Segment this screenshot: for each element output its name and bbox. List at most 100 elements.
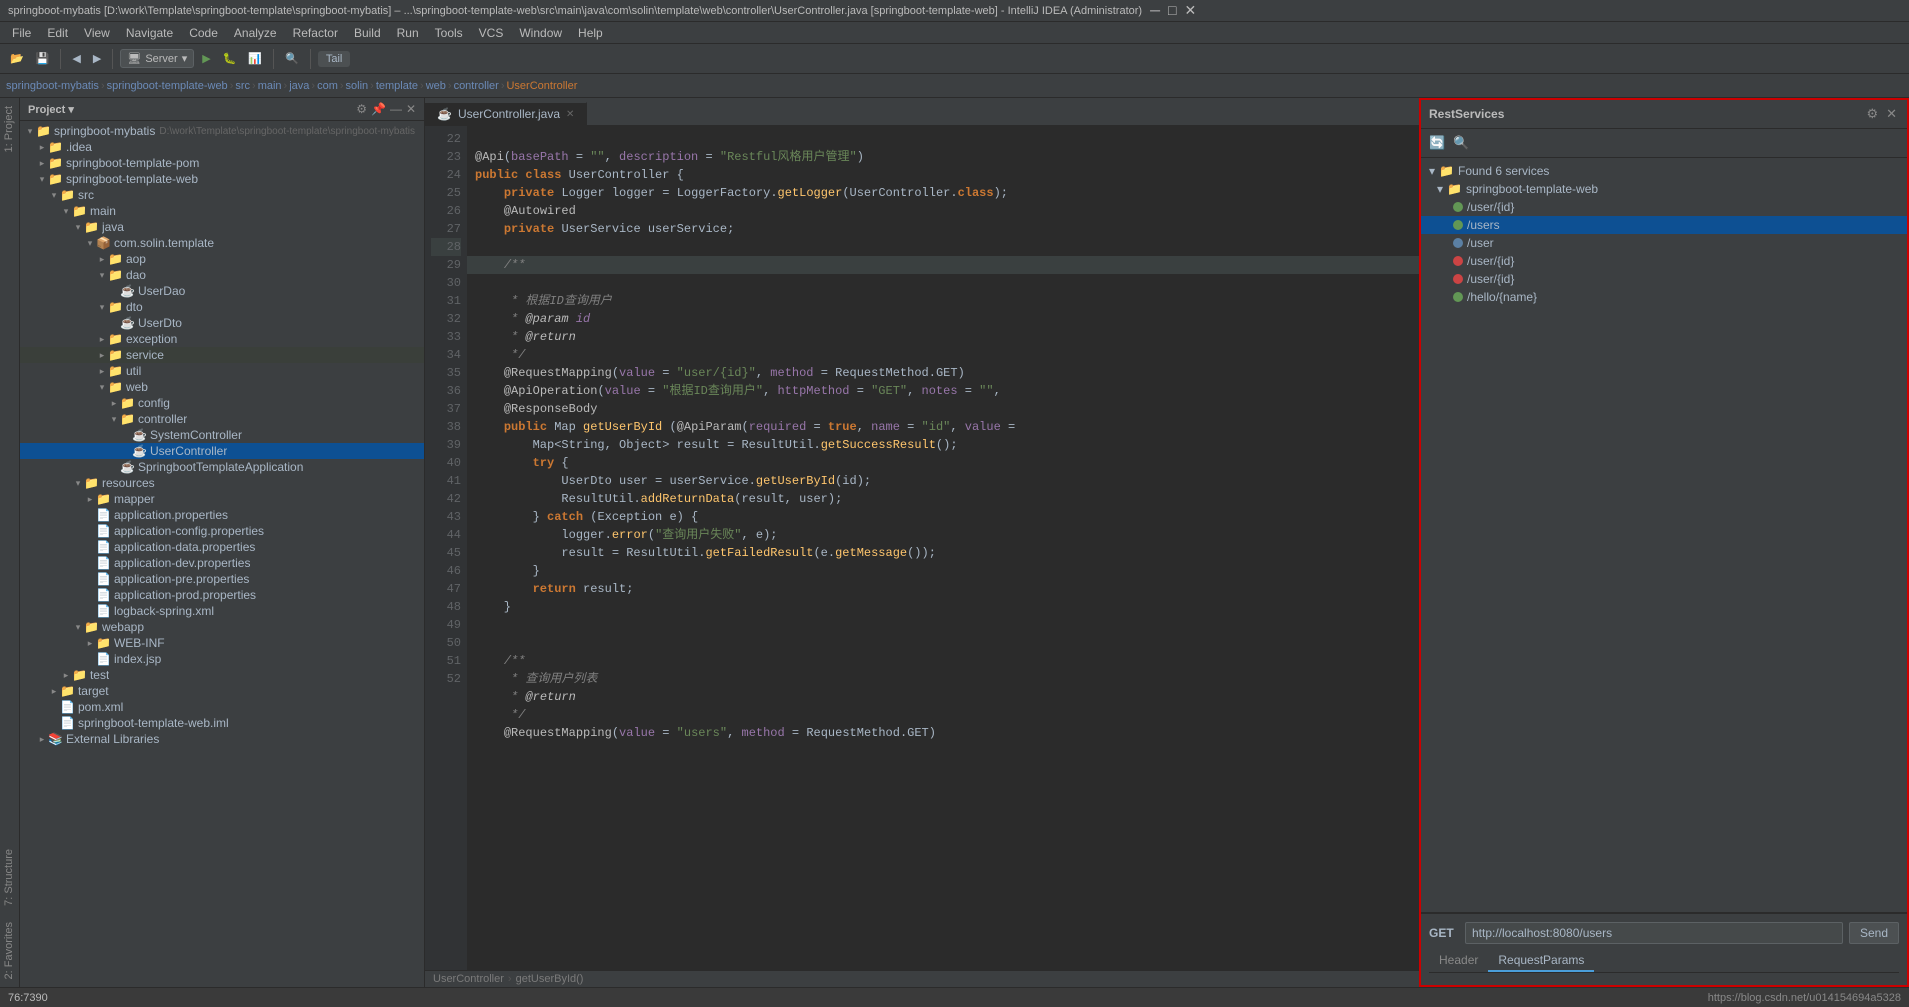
- toolbar-forward-btn[interactable]: ▶: [89, 50, 105, 67]
- side-tab-structure[interactable]: 7: Structure: [0, 841, 19, 914]
- menu-tools[interactable]: Tools: [427, 24, 471, 42]
- tree-item-service[interactable]: ▸ 📁 service: [20, 347, 424, 363]
- tree-item-aop[interactable]: ▸ 📁 aop: [20, 251, 424, 267]
- run-config-selector[interactable]: 🖥 Server ▾: [120, 49, 194, 68]
- request-url-input[interactable]: [1465, 922, 1843, 944]
- debug-btn[interactable]: 🐛: [219, 50, 241, 67]
- maximize-btn[interactable]: □: [1168, 2, 1176, 19]
- toolbar-save-btn[interactable]: 💾: [32, 50, 54, 67]
- code-editor[interactable]: 22 23 24 25 26 27 28 29 30 31 32 33 34 3…: [425, 126, 1419, 970]
- side-tab-project[interactable]: 1: Project: [0, 98, 19, 160]
- tree-item-logback[interactable]: 📄 logback-spring.xml: [20, 603, 424, 619]
- tree-item-web-module[interactable]: ▾ 📁 springboot-template-web: [20, 171, 424, 187]
- rest-service-4[interactable]: /user/{id}: [1421, 252, 1907, 270]
- breadcrumb-com[interactable]: com: [317, 80, 338, 92]
- tree-item-web[interactable]: ▾ 📁 web: [20, 379, 424, 395]
- run-btn[interactable]: ▶: [198, 50, 214, 67]
- tree-item-extlibs[interactable]: ▸ 📚 External Libraries: [20, 731, 424, 747]
- rest-service-5[interactable]: /user/{id}: [1421, 270, 1907, 288]
- rest-search-btn[interactable]: 🔍: [1451, 133, 1471, 153]
- tree-item-src[interactable]: ▾ 📁 src: [20, 187, 424, 203]
- tree-item-pomxml[interactable]: 📄 pom.xml: [20, 699, 424, 715]
- toolbar-open-btn[interactable]: 📂: [6, 50, 28, 67]
- tree-item-exception[interactable]: ▸ 📁 exception: [20, 331, 424, 347]
- breadcrumb-src[interactable]: src: [235, 80, 250, 92]
- close-btn[interactable]: ✕: [1184, 2, 1196, 19]
- menu-help[interactable]: Help: [570, 24, 611, 42]
- path-usercontroller[interactable]: UserController: [433, 973, 504, 985]
- rest-service-2[interactable]: /users: [1421, 216, 1907, 234]
- breadcrumb-template-web[interactable]: springboot-template-web: [107, 80, 228, 92]
- project-close-btn[interactable]: ✕: [406, 102, 416, 116]
- tree-item-appprod[interactable]: 📄 application-prod.properties: [20, 587, 424, 603]
- tree-item-webiml[interactable]: 📄 springboot-template-web.iml: [20, 715, 424, 731]
- run-coverage-btn[interactable]: 📊: [244, 50, 266, 67]
- tree-item-appdata[interactable]: 📄 application-data.properties: [20, 539, 424, 555]
- tree-item-webapp[interactable]: ▾ 📁 webapp: [20, 619, 424, 635]
- menu-run[interactable]: Run: [389, 24, 427, 42]
- tree-item-appconfig[interactable]: 📄 application-config.properties: [20, 523, 424, 539]
- rest-service-6[interactable]: /hello/{name}: [1421, 288, 1907, 306]
- tree-item-systemcontroller[interactable]: ☕ SystemController: [20, 427, 424, 443]
- menu-build[interactable]: Build: [346, 24, 389, 42]
- breadcrumb-web[interactable]: web: [426, 80, 446, 92]
- menu-vcs[interactable]: VCS: [471, 24, 512, 42]
- rest-service-1[interactable]: /user/{id}: [1421, 198, 1907, 216]
- tab-header[interactable]: Header: [1429, 950, 1488, 972]
- tree-item-resources[interactable]: ▾ 📁 resources: [20, 475, 424, 491]
- toolbar-back-btn[interactable]: ◀: [68, 50, 84, 67]
- tree-item-userdao[interactable]: ☕ UserDao: [20, 283, 424, 299]
- menu-view[interactable]: View: [76, 24, 118, 42]
- tree-item-indexjsp[interactable]: 📄 index.jsp: [20, 651, 424, 667]
- tab-requestparams[interactable]: RequestParams: [1488, 950, 1594, 972]
- tree-item-controller[interactable]: ▾ 📁 controller: [20, 411, 424, 427]
- breadcrumb-solin[interactable]: solin: [346, 80, 369, 92]
- tree-item-test[interactable]: ▸ 📁 test: [20, 667, 424, 683]
- rest-service-3[interactable]: /user: [1421, 234, 1907, 252]
- menu-file[interactable]: File: [4, 24, 39, 42]
- breadcrumb-java[interactable]: java: [289, 80, 309, 92]
- breadcrumb-controller[interactable]: controller: [454, 80, 499, 92]
- path-getuserbyid[interactable]: getUserById(): [516, 973, 584, 985]
- rest-module-item[interactable]: ▾ 📁 springboot-template-web: [1421, 180, 1907, 198]
- breadcrumb-springboot-mybatis[interactable]: springboot-mybatis: [6, 80, 99, 92]
- tab-close-btn[interactable]: ✕: [566, 109, 574, 120]
- window-controls[interactable]: ─ □ ✕: [1150, 2, 1196, 19]
- tree-item-mapper[interactable]: ▸ 📁 mapper: [20, 491, 424, 507]
- tree-item-idea[interactable]: ▸ 📁 .idea: [20, 139, 424, 155]
- rest-refresh-btn[interactable]: 🔄: [1427, 133, 1447, 153]
- tree-item-java[interactable]: ▾ 📁 java: [20, 219, 424, 235]
- tree-item-dao[interactable]: ▾ 📁 dao: [20, 267, 424, 283]
- breadcrumb-main[interactable]: main: [258, 80, 282, 92]
- minimize-btn[interactable]: ─: [1150, 2, 1160, 19]
- tree-item-config[interactable]: ▸ 📁 config: [20, 395, 424, 411]
- tab-usercontroller[interactable]: ☕ UserController.java ✕: [425, 102, 587, 125]
- tree-item-root[interactable]: ▾ 📁 springboot-mybatis D:\work\Template\…: [20, 123, 424, 139]
- rest-settings-btn[interactable]: ⚙: [1864, 104, 1880, 124]
- search-btn[interactable]: 🔍: [281, 50, 303, 67]
- tree-item-app[interactable]: ☕ SpringbootTemplateApplication: [20, 459, 424, 475]
- menu-analyze[interactable]: Analyze: [226, 24, 285, 42]
- tail-btn[interactable]: Tail: [318, 51, 351, 67]
- breadcrumb-usercontroller[interactable]: UserController: [506, 80, 577, 92]
- tree-item-usercontroller[interactable]: ☕ UserController: [20, 443, 424, 459]
- send-request-btn[interactable]: Send: [1849, 922, 1899, 944]
- tree-item-userdto[interactable]: ☕ UserDto: [20, 315, 424, 331]
- menu-navigate[interactable]: Navigate: [118, 24, 181, 42]
- menu-edit[interactable]: Edit: [39, 24, 76, 42]
- side-tab-favorites[interactable]: 2: Favorites: [0, 914, 19, 987]
- project-collapse-btn[interactable]: —: [390, 102, 402, 116]
- breadcrumb-template[interactable]: template: [376, 80, 418, 92]
- tree-item-appdev[interactable]: 📄 application-dev.properties: [20, 555, 424, 571]
- menu-code[interactable]: Code: [181, 24, 226, 42]
- menu-window[interactable]: Window: [511, 24, 570, 42]
- project-gear-btn[interactable]: ⚙: [356, 102, 367, 116]
- tree-item-webinf[interactable]: ▸ 📁 WEB-INF: [20, 635, 424, 651]
- tree-item-pom-module[interactable]: ▸ 📁 springboot-template-pom: [20, 155, 424, 171]
- rest-close-btn[interactable]: ✕: [1884, 104, 1899, 124]
- tree-item-package[interactable]: ▾ 📦 com.solin.template: [20, 235, 424, 251]
- tree-item-dto[interactable]: ▾ 📁 dto: [20, 299, 424, 315]
- tree-item-apppre[interactable]: 📄 application-pre.properties: [20, 571, 424, 587]
- menu-refactor[interactable]: Refactor: [285, 24, 346, 42]
- project-pin-btn[interactable]: 📌: [371, 102, 386, 116]
